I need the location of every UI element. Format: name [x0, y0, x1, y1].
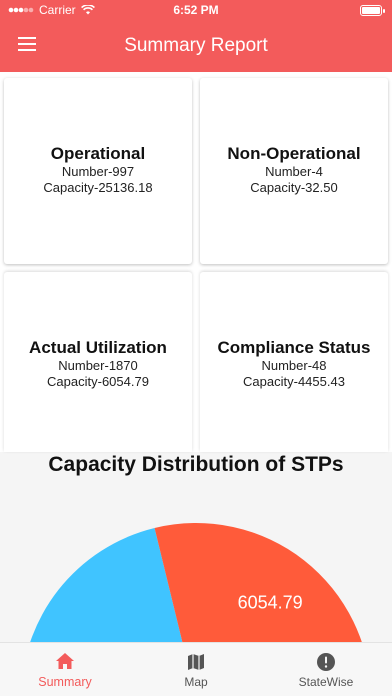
- summary-content[interactable]: Operational Number-997 Capacity-25136.18…: [0, 72, 392, 642]
- card-number: Number-48: [261, 358, 327, 373]
- card-non-operational: Non-Operational Number-4 Capacity-32.50: [200, 78, 388, 264]
- tab-statewise[interactable]: StateWise: [261, 643, 391, 696]
- tab-label: StateWise: [298, 675, 354, 689]
- battery-icon: [360, 5, 385, 16]
- bottom-tab-bar: Summary Map StateWise: [0, 642, 392, 696]
- card-compliance-status: Compliance Status Number-48 Capacity-445…: [200, 272, 388, 452]
- map-icon: [188, 654, 204, 670]
- card-number: Number-4: [265, 164, 323, 179]
- tab-label: Map: [184, 675, 208, 689]
- pie-data-label: 6054.79: [238, 592, 303, 612]
- card-capacity: Capacity-6054.79: [47, 374, 149, 389]
- card-title: Non-Operational: [227, 144, 361, 163]
- card-number: Number-1870: [58, 358, 138, 373]
- tab-summary[interactable]: Summary: [0, 643, 130, 696]
- home-icon: [56, 653, 74, 669]
- card-capacity: Capacity-32.50: [250, 180, 338, 195]
- card-capacity: Capacity-4455.43: [243, 374, 345, 389]
- summary-cards-grid: Operational Number-997 Capacity-25136.18…: [0, 72, 392, 452]
- status-time: 6:52 PM: [173, 3, 219, 17]
- card-actual-utilization: Actual Utilization Number-1870 Capacity-…: [4, 272, 192, 452]
- distribution-title: Capacity Distribution of STPs: [48, 453, 344, 476]
- card-number: Number-997: [61, 164, 135, 179]
- app-header: Carrier 6:52 PM Summary Report: [0, 0, 392, 72]
- card-title: Operational: [50, 144, 146, 163]
- capacity-distribution-chart: 6054.79: [30, 523, 362, 642]
- tab-map[interactable]: Map: [131, 643, 261, 696]
- pie-slice: [154, 523, 362, 642]
- card-title: Actual Utilization: [29, 338, 167, 357]
- tab-label: Summary: [38, 675, 92, 689]
- card-title: Compliance Status: [217, 338, 371, 357]
- card-capacity: Capacity-25136.18: [43, 180, 153, 195]
- card-operational: Operational Number-997 Capacity-25136.18: [4, 78, 192, 264]
- status-bar: Carrier 6:52 PM: [0, 0, 392, 22]
- page-title: Summary Report: [124, 35, 268, 56]
- app-bar: Summary Report: [0, 22, 392, 72]
- alert-circle-icon: [317, 653, 335, 671]
